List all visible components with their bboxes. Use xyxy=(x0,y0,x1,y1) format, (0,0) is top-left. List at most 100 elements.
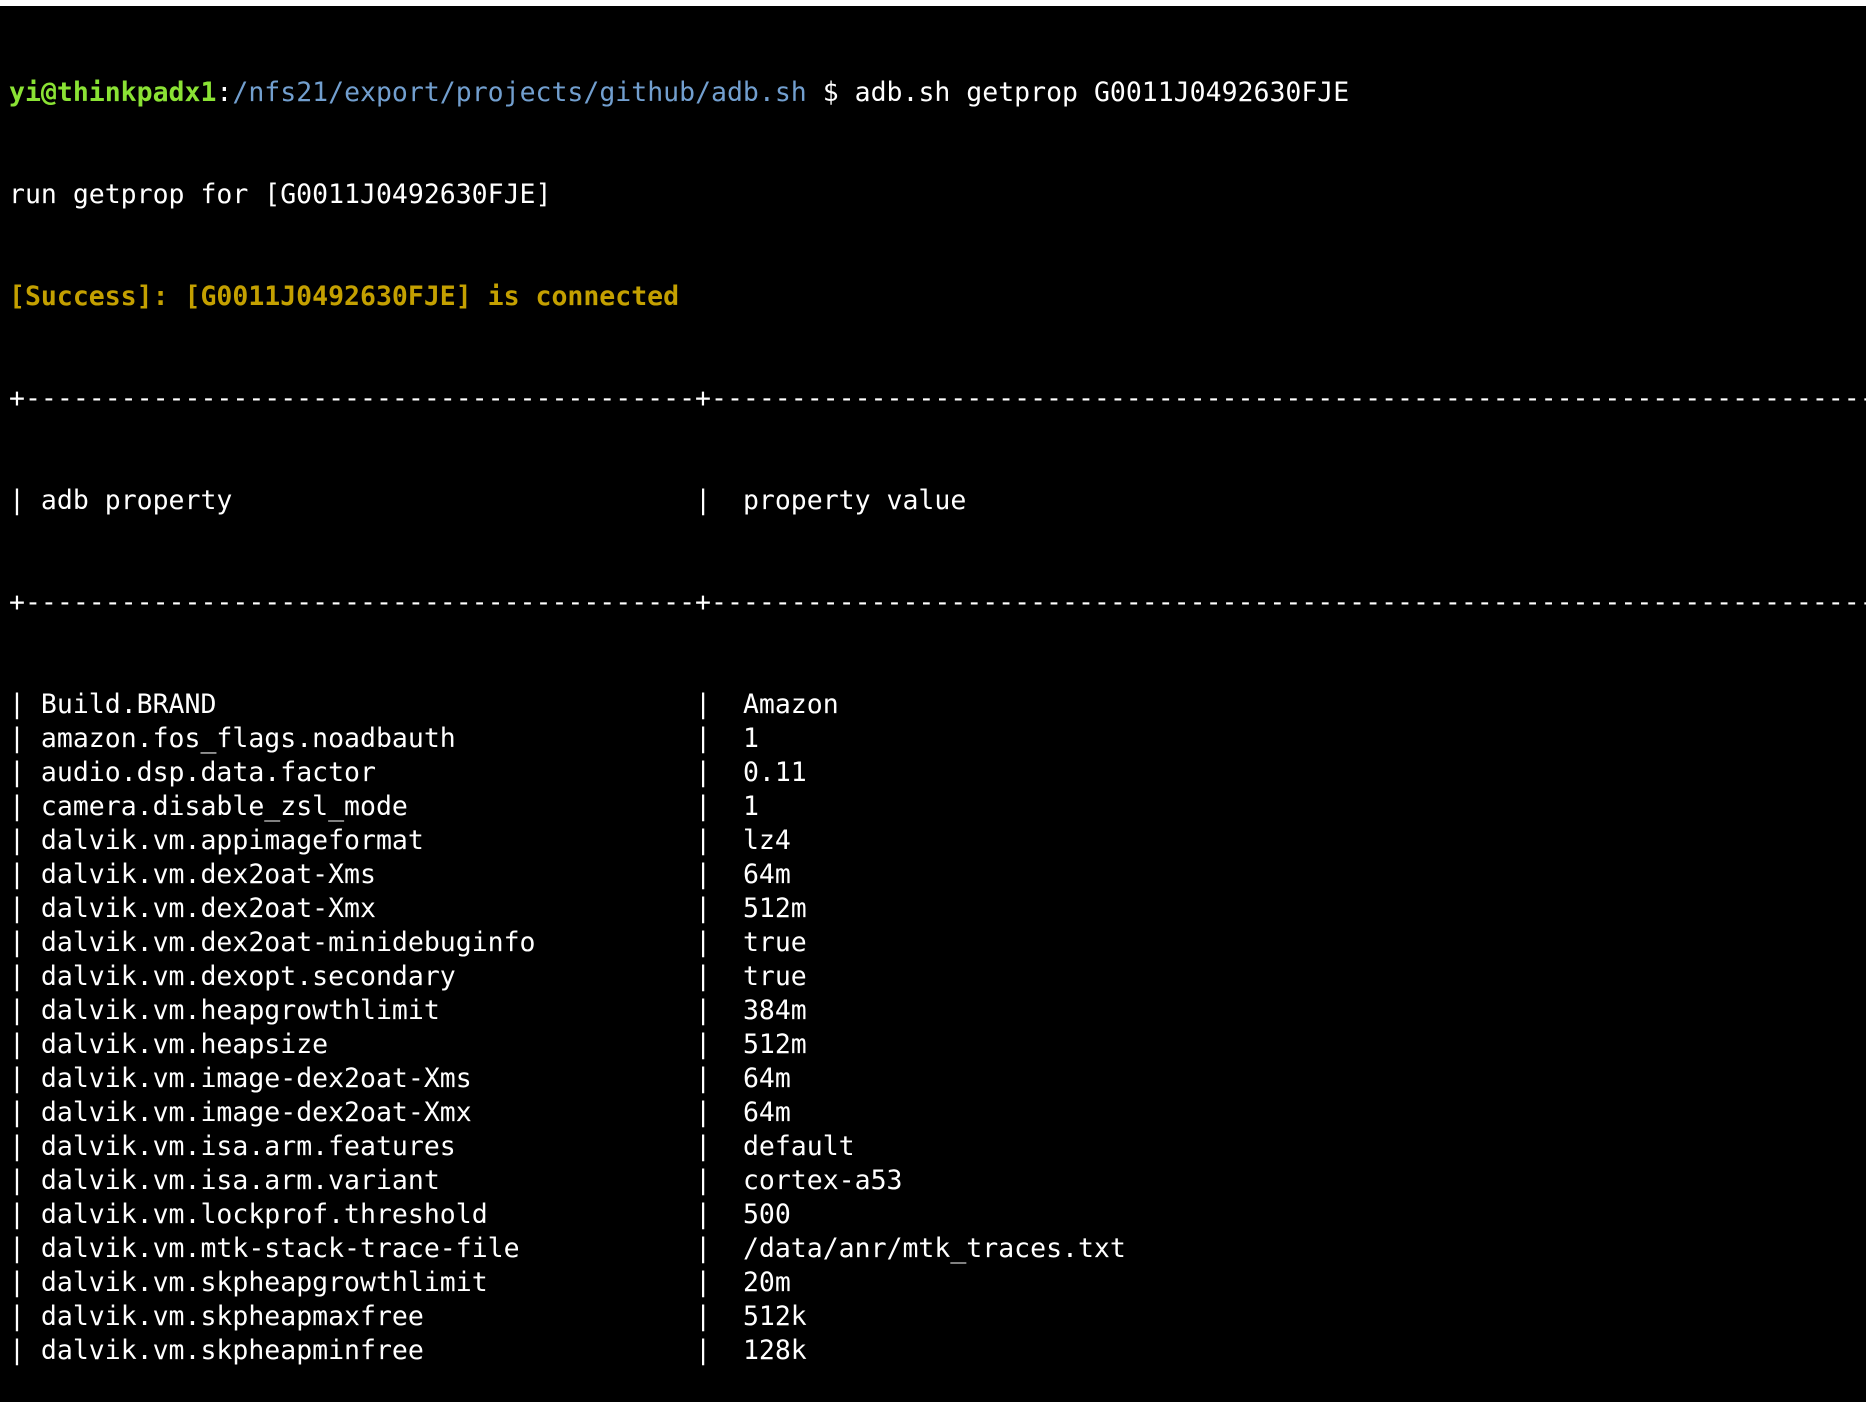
window-top-edge xyxy=(0,0,1866,6)
table-row: | dalvik.vm.dex2oat-Xms | 64m | xyxy=(9,858,1859,892)
table-pipe: | xyxy=(695,723,743,754)
table-cell-value: 512m xyxy=(742,1029,1866,1060)
table-cell-value: 512m xyxy=(742,893,1866,924)
table-cell-value: 0.11 xyxy=(742,757,1866,788)
table-cell-value: 20m xyxy=(742,1267,1866,1298)
table-cell-property: dalvik.vm.skpheapgrowthlimit xyxy=(40,1267,696,1298)
table-cell-property: Build.BRAND xyxy=(40,689,696,720)
table-cell-value: 128k xyxy=(742,1335,1866,1366)
table-border-mid: +---------------------------------------… xyxy=(9,587,1866,618)
table-cell-property: dalvik.vm.dex2oat-Xmx xyxy=(40,893,696,924)
table-row: | dalvik.vm.heapsize | 512m | xyxy=(9,1028,1859,1062)
table-pipe: | xyxy=(695,689,743,720)
table-pipe: | xyxy=(695,1233,743,1264)
table-pipe: | xyxy=(9,1233,41,1264)
table-header-row: | adb property | property value | xyxy=(9,484,1859,518)
table-cell-property: camera.disable_zsl_mode xyxy=(40,791,696,822)
table-cell-property: amazon.fos_flags.noadbauth xyxy=(40,723,696,754)
table-cell-value: default xyxy=(742,1131,1866,1162)
table-row: | dalvik.vm.dex2oat-minidebuginfo | true… xyxy=(9,926,1859,960)
table-pipe: | xyxy=(9,723,41,754)
table-cell-property: dalvik.vm.skpheapminfree xyxy=(40,1335,696,1366)
table-pipe: | xyxy=(9,1029,41,1060)
table-row: | dalvik.vm.image-dex2oat-Xms | 64m | xyxy=(9,1062,1859,1096)
table-pipe: | xyxy=(9,859,41,890)
table-cell-value: 500 xyxy=(742,1199,1866,1230)
table-row: | audio.dsp.data.factor | 0.11 | xyxy=(9,756,1859,790)
table-row: | Build.BRAND | Amazon | xyxy=(9,688,1859,722)
table-cell-property: dalvik.vm.dexopt.secondary xyxy=(40,961,696,992)
table-cell-property: dalvik.vm.isa.arm.variant xyxy=(40,1165,696,1196)
table-pipe: | xyxy=(695,859,743,890)
table-cell-property: dalvik.vm.lockprof.threshold xyxy=(40,1199,696,1230)
table-pipe: | xyxy=(9,1097,41,1128)
table-pipe: | xyxy=(695,485,743,516)
table-row: | dalvik.vm.dex2oat-Xmx | 512m | xyxy=(9,892,1859,926)
table-pipe: | xyxy=(695,1267,743,1298)
table-cell-property: audio.dsp.data.factor xyxy=(40,757,696,788)
terminal-output[interactable]: yi@thinkpadx1:/nfs21/export/projects/git… xyxy=(9,8,1866,1402)
table-cell-value: 64m xyxy=(742,859,1866,890)
table-cell-property: dalvik.vm.skpheapmaxfree xyxy=(40,1301,696,1332)
table-pipe: | xyxy=(695,893,743,924)
table-row: | dalvik.vm.skpheapgrowthlimit | 20m | xyxy=(9,1266,1859,1300)
prompt-line: yi@thinkpadx1:/nfs21/export/projects/git… xyxy=(9,76,1859,110)
table-cell-property: dalvik.vm.image-dex2oat-Xms xyxy=(40,1063,696,1094)
table-pipe: | xyxy=(695,961,743,992)
prompt-user-host: yi@thinkpadx1 xyxy=(9,77,217,108)
table-row: | amazon.fos_flags.noadbauth | 1 | xyxy=(9,722,1859,756)
table-pipe: | xyxy=(695,791,743,822)
table-pipe: | xyxy=(9,927,41,958)
success-line: [Success]: [G0011J0492630FJE] is connect… xyxy=(9,281,680,312)
table-cell-value: 64m xyxy=(742,1097,1866,1128)
table-row: | dalvik.vm.skpheapminfree | 128k | xyxy=(9,1334,1859,1368)
table-pipe: | xyxy=(9,1131,41,1162)
prompt-path: /nfs21/export/projects/github/adb.sh xyxy=(232,77,807,108)
table-cell-property: dalvik.vm.image-dex2oat-Xmx xyxy=(40,1097,696,1128)
table-cell-value: true xyxy=(742,961,1866,992)
table-pipe: | xyxy=(695,825,743,856)
table-pipe: | xyxy=(695,757,743,788)
table-cell-value: 1 xyxy=(742,723,1866,754)
table-pipe: | xyxy=(9,1335,41,1366)
table-header-value: property value xyxy=(742,485,1866,516)
table-cell-value: 384m xyxy=(742,995,1866,1026)
table-cell-value: cortex-a53 xyxy=(742,1165,1866,1196)
table-header-property: adb property xyxy=(40,485,696,516)
table-body: | Build.BRAND | Amazon || amazon.fos_fla… xyxy=(9,688,1859,1368)
table-pipe: | xyxy=(695,1097,743,1128)
table-row: | camera.disable_zsl_mode | 1 | xyxy=(9,790,1859,824)
table-pipe: | xyxy=(9,825,41,856)
table-pipe: | xyxy=(695,1029,743,1060)
table-row: | dalvik.vm.isa.arm.features | default | xyxy=(9,1130,1859,1164)
table-cell-value: Amazon xyxy=(742,689,1866,720)
table-row: | dalvik.vm.lockprof.threshold | 500 | xyxy=(9,1198,1859,1232)
table-cell-property: dalvik.vm.isa.arm.features xyxy=(40,1131,696,1162)
table-cell-property: dalvik.vm.heapgrowthlimit xyxy=(40,995,696,1026)
table-cell-property: dalvik.vm.dex2oat-minidebuginfo xyxy=(40,927,696,958)
prompt-command: adb.sh getprop G0011J0492630FJE xyxy=(854,77,1350,108)
table-row: | dalvik.vm.dexopt.secondary | true | xyxy=(9,960,1859,994)
table-cell-value: /data/anr/mtk_traces.txt xyxy=(742,1233,1866,1264)
run-line: run getprop for [G0011J0492630FJE] xyxy=(9,179,552,210)
table-cell-property: dalvik.vm.heapsize xyxy=(40,1029,696,1060)
table-pipe: | xyxy=(695,1199,743,1230)
table-pipe: | xyxy=(9,791,41,822)
table-pipe: | xyxy=(695,995,743,1026)
table-pipe: | xyxy=(695,1063,743,1094)
table-cell-value: 512k xyxy=(742,1301,1866,1332)
table-row: | dalvik.vm.heapgrowthlimit | 384m | xyxy=(9,994,1859,1028)
table-pipe: | xyxy=(695,1335,743,1366)
table-pipe: | xyxy=(9,893,41,924)
table-pipe: | xyxy=(9,961,41,992)
table-pipe: | xyxy=(9,485,41,516)
table-row: | dalvik.vm.image-dex2oat-Xmx | 64m | xyxy=(9,1096,1859,1130)
table-pipe: | xyxy=(695,1301,743,1332)
table-cell-property: dalvik.vm.appimageformat xyxy=(40,825,696,856)
table-pipe: | xyxy=(9,995,41,1026)
table-pipe: | xyxy=(9,689,41,720)
table-cell-value: 64m xyxy=(742,1063,1866,1094)
table-pipe: | xyxy=(9,757,41,788)
table-row: | dalvik.vm.mtk-stack-trace-file | /data… xyxy=(9,1232,1859,1266)
prompt-symbol: $ xyxy=(806,77,855,108)
